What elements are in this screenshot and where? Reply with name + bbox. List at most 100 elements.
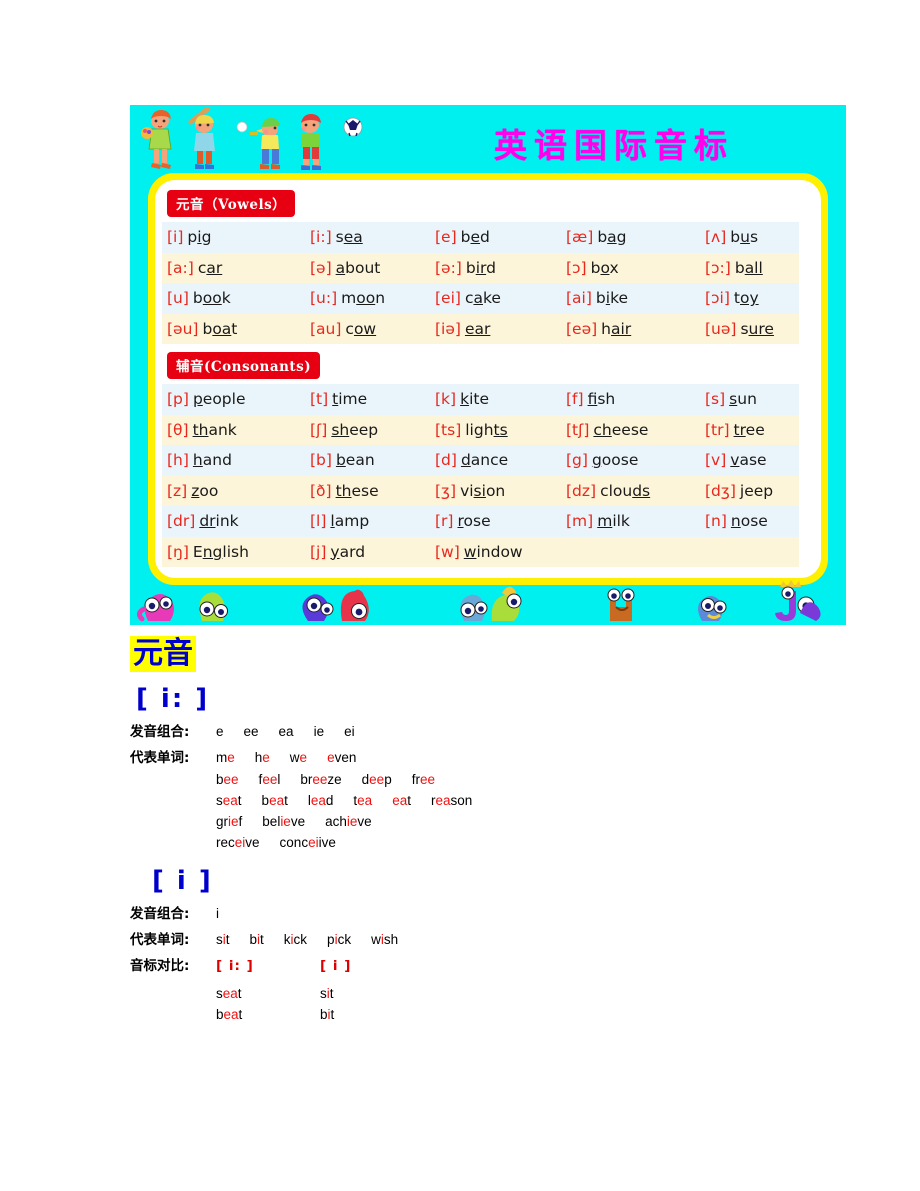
phonetic-cell: [w] window [430, 537, 561, 568]
phonetic-symbol: [l] [310, 512, 327, 531]
phonetic-cell: [k] kite [430, 384, 561, 415]
phonetic-symbol: [e] [435, 228, 457, 247]
example-word: car [197, 258, 223, 277]
example-word: drink [199, 512, 239, 531]
phonetic-symbol: [eə] [566, 319, 598, 338]
phonetic-cell: [uə] sure [700, 314, 799, 345]
vowels-section-label: 元音（Vowels） [167, 190, 296, 217]
table-row: [p] people [t] time [k] kite [f] fish [s] sun [162, 384, 799, 415]
phonetic-symbol: [i:] [310, 228, 332, 247]
example-word: cake [464, 289, 501, 308]
example-word: bike [595, 289, 629, 308]
example-word: sun [729, 390, 757, 409]
phonetic-symbol: [ɔ] [566, 258, 587, 277]
comparison-pairs: seat sit beat bit [216, 986, 830, 1022]
phonetic-cell: [h] hand [162, 445, 305, 476]
example-word: people [192, 390, 246, 409]
word-line: receive conceiive [216, 835, 336, 850]
phonetic-symbol: [ei] [435, 289, 461, 308]
phonetic-symbol: [dr] [167, 512, 196, 531]
example-word: tree [733, 420, 765, 439]
phonetic-cell: [ʌ] bus [700, 222, 799, 253]
example-word: we [289, 749, 308, 765]
comparison-pair: seat sit [216, 986, 830, 1001]
example-word: conceiive [279, 834, 336, 850]
example-word: bag [597, 228, 627, 247]
consonants-label-en: (Consonants) [204, 359, 312, 375]
worksheet-section-title: 元音 [130, 636, 196, 672]
combination-label: 发音组合: [130, 723, 190, 740]
example-word: believe [262, 813, 306, 829]
combination-items: i [216, 906, 219, 921]
phonetic-cell: [f] fish [561, 384, 700, 415]
example-word: beat [261, 792, 288, 808]
phonetic-symbol: [tr] [705, 420, 730, 439]
example-word: clouds [600, 481, 651, 500]
phonetic-symbol: [iə] [435, 319, 461, 338]
table-row: [θ] thank [ʃ] sheep [ts] lights [tʃ] cheese [tr]… [162, 414, 799, 446]
example-word: English [192, 542, 249, 561]
phonetic-symbol: [ʃ] [310, 420, 328, 439]
example-word: pig [187, 228, 212, 247]
monster-letters-illustration [136, 580, 821, 622]
phonetic-cell: [m] milk [561, 506, 700, 537]
phonetic-cell: [æ] bag [561, 222, 700, 253]
phonetic-cell: [eə] hair [561, 314, 700, 345]
example-word: goose [591, 451, 639, 470]
example-word: window [463, 542, 523, 561]
phonetic-symbol: [dz] [566, 481, 597, 500]
phonetic-cell: [ŋ] English [162, 537, 305, 568]
poster-title: 英语国际音标 [494, 126, 734, 165]
example-word: rose [457, 512, 491, 531]
words-row-cont: bee feel breeze deep free [216, 772, 830, 787]
phonetic-symbol: [f] [566, 390, 584, 409]
example-word: vision [460, 481, 506, 500]
example-word: sheep [331, 420, 379, 439]
comparison-label: 音标对比: [130, 957, 190, 974]
phonetic-cell: [tr] tree [700, 415, 799, 446]
kids-playing-illustration [141, 107, 363, 170]
entry-symbol: [ i: ] [136, 683, 210, 714]
phonetic-symbol: [p] [167, 390, 189, 409]
phonetic-symbol: [u] [167, 289, 189, 308]
example-word: toy [733, 289, 759, 308]
vowels-table: [i] pig [i:] sea [e] bed [æ] bag [ʌ] bus [a:] car [ə… [162, 222, 799, 344]
phonetic-cell: [a:] car [162, 253, 305, 284]
phonetic-symbol: [dʒ] [705, 481, 736, 500]
example-word: kite [460, 390, 489, 409]
example-word: kick [283, 931, 308, 947]
phonetic-symbol: [tʃ] [566, 420, 590, 439]
table-row: [a:] car [ə] about [ə:] bird [ɔ] box [ɔ:] ball [162, 252, 799, 284]
combination-items: e ee ea ie ei [216, 724, 355, 739]
example-word: milk [597, 512, 630, 531]
phonetic-symbol: [ə] [310, 258, 332, 277]
word-line: me he we even [216, 750, 356, 765]
example-word: boat [202, 319, 238, 338]
example-word: pick [327, 931, 352, 947]
phonetic-symbol: [əu] [167, 319, 199, 338]
phonetic-cell: [ts] lights [430, 415, 561, 446]
phonetic-symbol: [w] [435, 542, 460, 561]
example-word: he [254, 749, 270, 765]
combination-item: ei [344, 723, 355, 739]
vowels-label-cn: 元音 [176, 197, 204, 213]
entry-i-long: [ i: ] 发音组合: e ee ea ie ei 代表单词: me he we even … [130, 684, 830, 850]
example-word: ball [734, 258, 763, 277]
phonetic-cell: [i:] sea [305, 222, 430, 253]
comparison-heads: [ i: ] [ i ] [216, 958, 351, 980]
phonetic-cell [700, 537, 799, 568]
example-word: time [332, 390, 368, 409]
phonetic-symbol: [k] [435, 390, 457, 409]
example-word: nose [730, 512, 768, 531]
entry-symbol: [ i ] [152, 865, 213, 896]
phonetic-symbol: [ai] [566, 289, 592, 308]
phonetic-symbol: [t] [310, 390, 329, 409]
phonetic-symbol: [h] [167, 451, 189, 470]
example-word: thank [192, 420, 237, 439]
phonetic-cell: [dr] drink [162, 506, 305, 537]
example-word: tea [353, 792, 373, 808]
phonetic-symbol: [ʒ] [435, 481, 457, 500]
phonetic-cell: [ɔ] box [561, 253, 700, 284]
phonetic-cell: [r] rose [430, 506, 561, 537]
phonetic-symbol: [b] [310, 451, 332, 470]
